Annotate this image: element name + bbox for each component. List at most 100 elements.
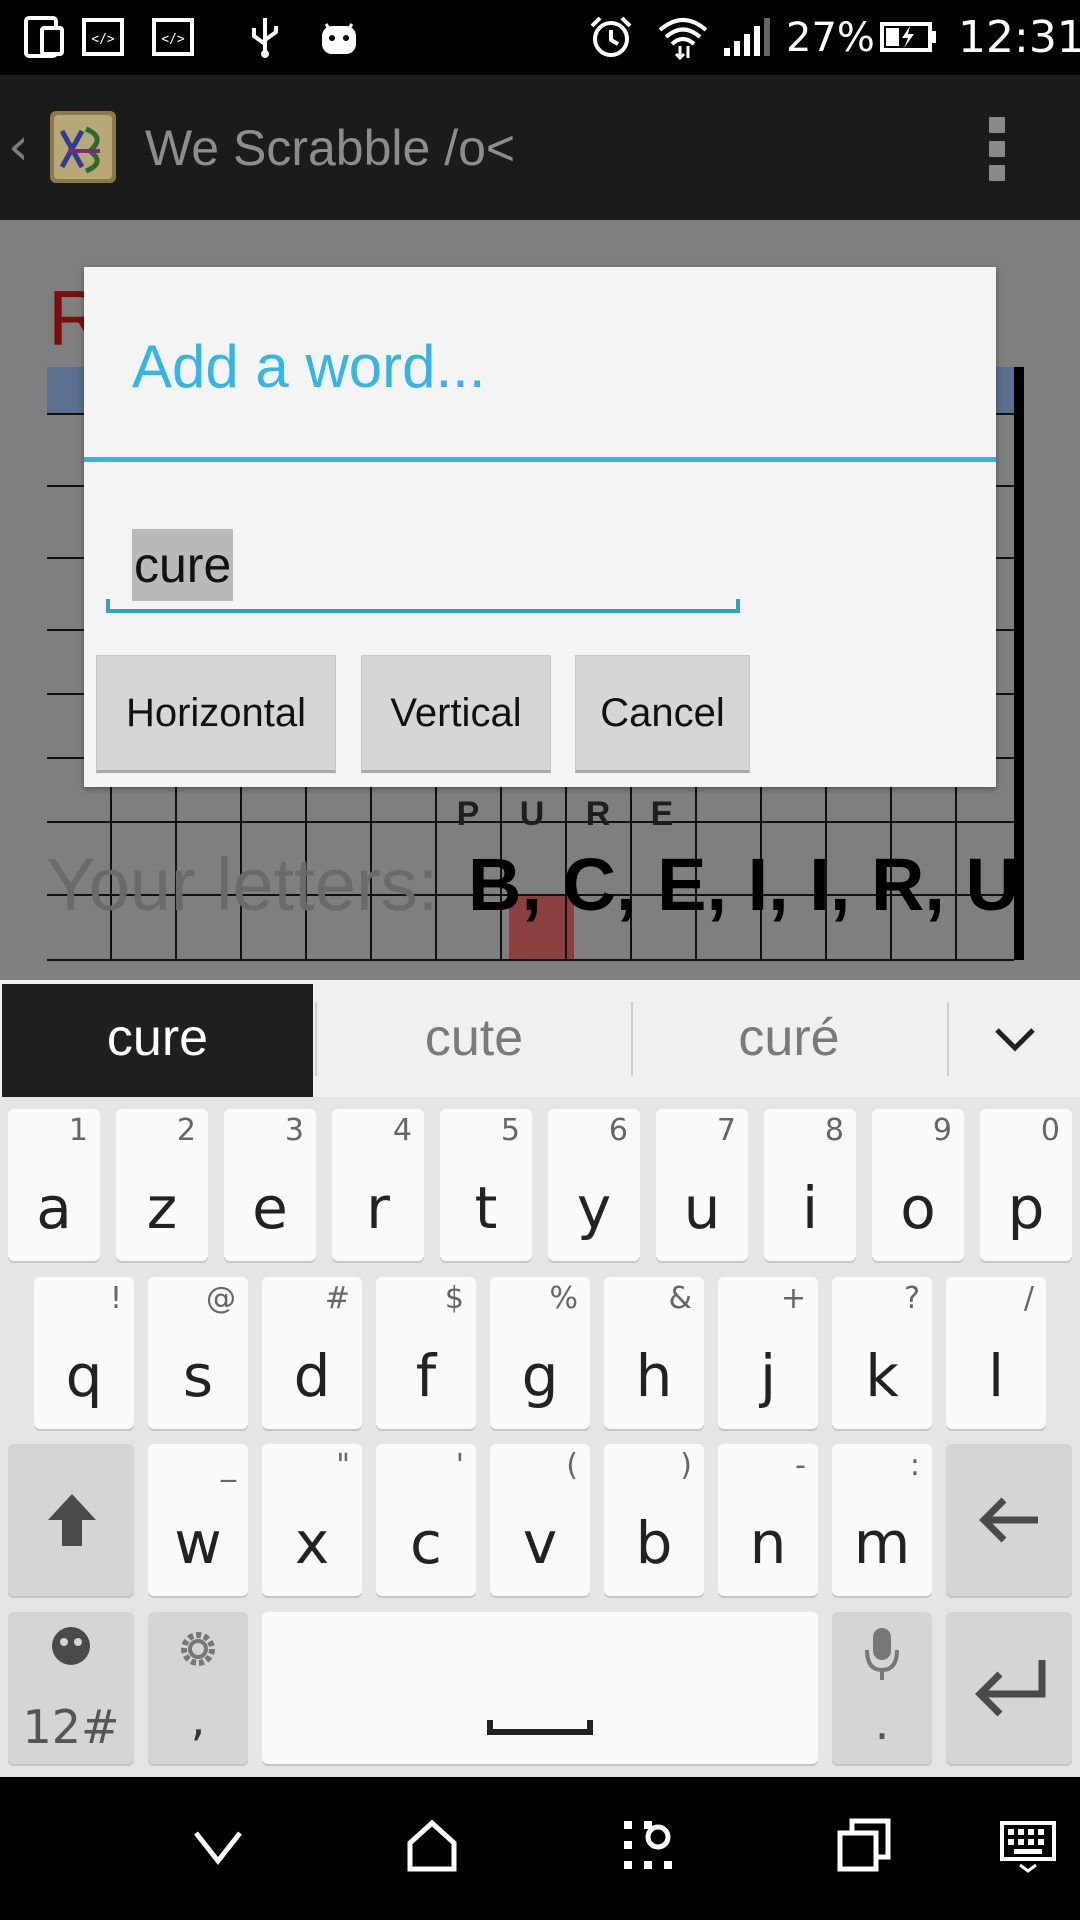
key-j[interactable]: + j xyxy=(718,1277,818,1429)
word-input[interactable]: cure xyxy=(106,529,740,613)
key-hint: ! xyxy=(109,1281,122,1316)
key-hint: % xyxy=(549,1281,578,1316)
key-y[interactable]: 6y xyxy=(548,1109,640,1261)
key-label: q xyxy=(65,1342,103,1410)
key-b[interactable]: ) b xyxy=(604,1444,704,1596)
key-k[interactable]: ? k xyxy=(832,1277,932,1429)
suggestion-strip: cure cute curé xyxy=(0,980,1080,1097)
key-label: u xyxy=(683,1174,721,1242)
code-icon: </> xyxy=(152,18,194,56)
key-hint: : xyxy=(909,1448,920,1483)
key-c[interactable]: ' c xyxy=(376,1444,476,1596)
back-chevron-icon[interactable]: ‹ xyxy=(8,117,29,177)
key-label: d xyxy=(293,1342,331,1410)
key-label: o xyxy=(900,1174,936,1242)
symbols-key[interactable]: 12# xyxy=(8,1612,134,1764)
horizontal-button[interactable]: Horizontal xyxy=(96,655,336,773)
key-hint: 7 xyxy=(716,1113,736,1148)
phone-tablet-icon xyxy=(24,16,64,58)
enter-icon xyxy=(975,1660,1046,1717)
key-hint: _ xyxy=(221,1448,236,1483)
board-tile: R xyxy=(585,795,611,833)
period-key[interactable]: . xyxy=(832,1612,932,1764)
alarm-icon xyxy=(590,16,632,57)
key-f[interactable]: $ f xyxy=(376,1277,476,1429)
keyboard-icon[interactable] xyxy=(1000,1817,1056,1873)
key-z[interactable]: 2z xyxy=(116,1109,208,1261)
backspace-key[interactable] xyxy=(946,1444,1072,1596)
key-label: e xyxy=(252,1174,288,1242)
space-bar-icon xyxy=(487,1720,593,1735)
recents-icon[interactable] xyxy=(836,1817,892,1873)
microphone-icon xyxy=(865,1628,899,1680)
key-label: r xyxy=(366,1174,390,1242)
key-v[interactable]: (v xyxy=(490,1444,590,1596)
key-label: w xyxy=(174,1509,222,1577)
key-hint: 5 xyxy=(500,1113,520,1148)
key-w[interactable]: _ w xyxy=(148,1444,248,1596)
suggestion-item[interactable]: cure xyxy=(2,984,313,1097)
key-hint: @ xyxy=(206,1281,236,1316)
key-g[interactable]: % g xyxy=(490,1277,590,1429)
suggestion-item[interactable]: cute xyxy=(318,980,630,1097)
key-q[interactable]: ! q xyxy=(34,1277,134,1429)
back-icon[interactable] xyxy=(190,1817,246,1873)
key-e[interactable]: 3e xyxy=(224,1109,316,1261)
overflow-menu-icon[interactable] xyxy=(982,117,1012,181)
enter-key[interactable] xyxy=(946,1612,1072,1764)
home-icon[interactable] xyxy=(404,1817,460,1873)
shift-key[interactable] xyxy=(8,1444,134,1596)
key-label: h xyxy=(635,1342,673,1410)
key-hint: 0 xyxy=(1040,1113,1060,1148)
key-label: s xyxy=(182,1342,214,1410)
key-hint: 4 xyxy=(392,1113,412,1148)
key-h[interactable]: & h xyxy=(604,1277,704,1429)
key-p[interactable]: 0p xyxy=(980,1109,1072,1261)
key-s[interactable]: @ s xyxy=(148,1277,248,1429)
navigation-bar xyxy=(0,1777,1080,1920)
key-hint: & xyxy=(668,1281,692,1316)
add-word-dialog: Add a word... cure Horizontal Vertical C… xyxy=(84,267,996,787)
comma-key[interactable]: , xyxy=(148,1612,248,1764)
vertical-button[interactable]: Vertical xyxy=(361,655,551,773)
key-x[interactable]: " x xyxy=(262,1444,362,1596)
key-i[interactable]: 8i xyxy=(764,1109,856,1261)
svg-text:</>: </> xyxy=(91,32,115,47)
dialog-title: Add a word... xyxy=(132,333,486,400)
key-t[interactable]: 5t xyxy=(440,1109,532,1261)
status-bar: </> </> 27% 12:31 xyxy=(0,0,1080,75)
dialog-divider xyxy=(84,457,996,462)
key-hint: ? xyxy=(904,1281,920,1316)
key-label: j xyxy=(759,1342,777,1410)
key-o[interactable]: 9o xyxy=(872,1109,964,1261)
app-logo[interactable] xyxy=(48,107,120,187)
key-hint: - xyxy=(795,1448,806,1483)
key-hint: / xyxy=(1023,1281,1034,1316)
cancel-button[interactable]: Cancel xyxy=(575,655,750,773)
key-a[interactable]: 1a xyxy=(8,1109,100,1261)
key-d[interactable]: # d xyxy=(262,1277,362,1429)
key-label: b xyxy=(635,1509,673,1577)
apps-settings-icon[interactable] xyxy=(620,1817,676,1873)
key-label: l xyxy=(987,1342,1005,1410)
key-hint: + xyxy=(780,1281,806,1316)
key-hint: ( xyxy=(566,1448,578,1483)
key-label: z xyxy=(146,1174,178,1242)
suggestion-item[interactable]: curé xyxy=(632,980,946,1097)
key-r[interactable]: 4r xyxy=(332,1109,424,1261)
key-hint: ' xyxy=(455,1448,464,1483)
key-label: f xyxy=(415,1342,437,1410)
key-label: n xyxy=(749,1509,787,1577)
key-n[interactable]: -n xyxy=(718,1444,818,1596)
word-input-value[interactable]: cure xyxy=(132,529,234,601)
key-u[interactable]: 7u xyxy=(656,1109,748,1261)
clock: 12:31 xyxy=(958,12,1080,63)
app-title: We Scrabble /o< xyxy=(145,120,516,176)
space-key[interactable] xyxy=(262,1612,818,1764)
key-hint: 9 xyxy=(932,1113,952,1148)
key-label: i xyxy=(801,1174,819,1242)
key-hint: $ xyxy=(444,1281,464,1316)
key-l[interactable]: / l xyxy=(946,1277,1046,1429)
key-m[interactable]: :m xyxy=(832,1444,932,1596)
chevron-down-icon[interactable] xyxy=(985,1010,1045,1070)
